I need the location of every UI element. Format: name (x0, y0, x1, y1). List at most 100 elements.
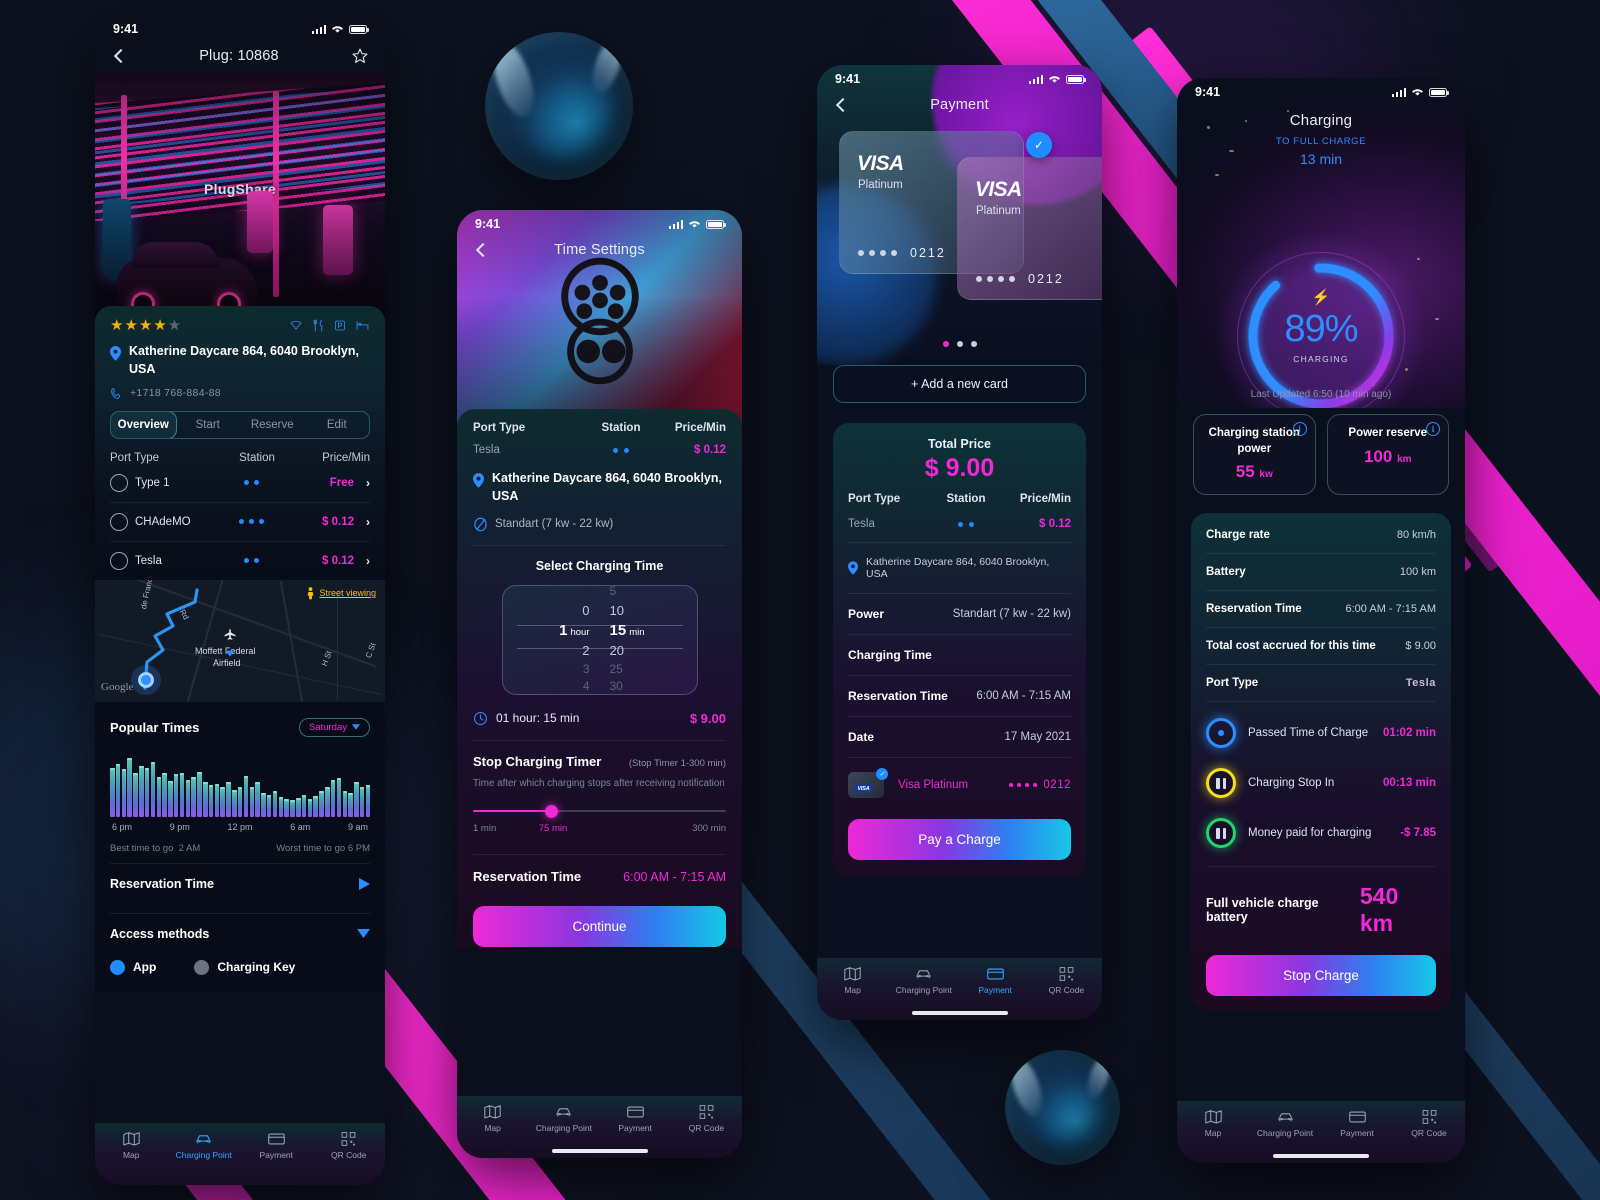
timer-row: Money paid for charging -$ 7.85 (1206, 808, 1436, 858)
tab-qr-code[interactable]: QR Code (1031, 967, 1102, 995)
card-icon (1348, 1111, 1366, 1123)
tab-label: Payment (1340, 1128, 1374, 1138)
status-time: 9:41 (475, 217, 501, 231)
continue-button[interactable]: Continue (473, 905, 726, 947)
col-price: Price/Min (674, 422, 726, 434)
detail-row: Port Type Tesla (1206, 665, 1436, 703)
selected-card-row[interactable]: VISA ✓ Visa Platinum 0212 (848, 758, 1071, 802)
card-pager[interactable] (817, 341, 1102, 347)
chart-bar (127, 758, 132, 817)
access-option-app[interactable]: App (110, 959, 156, 975)
stat-cards: i Charging station power 55 kw i Power r… (1177, 414, 1465, 496)
summary-row: 01 hour: 15 min $ 9.00 (473, 711, 726, 726)
col-station: Station (601, 422, 641, 434)
stop-timer-slider[interactable] (473, 804, 726, 818)
station-info-panel: ★★★★★ Katherine Daycare 864, 6040 Brookl… (95, 306, 385, 580)
picker-option[interactable]: 5 (610, 586, 617, 600)
table-row[interactable]: CHAdeMO $ 0.12 › (110, 503, 370, 542)
card-icon (626, 1106, 644, 1118)
chart-bar (255, 782, 260, 817)
picker-option[interactable]: 20 (610, 642, 624, 659)
tab-start[interactable]: Start (176, 412, 241, 438)
stat-card-station-power[interactable]: i Charging station power 55 kw (1193, 414, 1316, 496)
payment-summary-panel: Total Price $ 9.00 Port Type Station Pri… (833, 423, 1086, 876)
col-station: Station (239, 451, 275, 464)
tab-qr-code[interactable]: QR Code (1393, 1110, 1465, 1138)
reservation-value: 6:00 AM - 7:15 AM (623, 869, 726, 884)
tab-map[interactable]: Map (95, 1132, 168, 1160)
tab-map[interactable]: Map (1177, 1110, 1249, 1138)
timer-row: Passed Time of Charge 01:02 min (1206, 708, 1436, 758)
access-methods-row[interactable]: Access methods (110, 912, 370, 954)
picker-option[interactable]: 25 (610, 662, 623, 678)
add-card-button[interactable]: + Add a new card (833, 365, 1086, 403)
stat-card-power-reserve[interactable]: i Power reserve 100 km (1326, 414, 1449, 496)
phone-row[interactable]: +1718 768-884-88 (110, 387, 370, 400)
tab-charging-point[interactable]: Charging Point (528, 1105, 599, 1133)
popular-times-chart (110, 751, 371, 817)
tab-charging-point[interactable]: Charging Point (1249, 1110, 1321, 1138)
detail-row: Reservation Time 6:00 AM - 7:15 AM (848, 676, 1071, 717)
station-address: Katherine Daycare 864, 6040 Brooklyn, US… (866, 556, 1050, 580)
power-icon (474, 517, 487, 531)
chart-bar (319, 791, 324, 817)
tab-map[interactable]: Map (457, 1105, 528, 1133)
pause-circle-icon[interactable] (1206, 818, 1236, 849)
row-value: 17 May 2021 (1004, 731, 1072, 743)
tab-overview[interactable]: Overview (111, 411, 177, 438)
picker-option[interactable]: 2 (582, 642, 589, 659)
reservation-time-row[interactable]: Reservation Time (110, 862, 370, 904)
tab-qr-code[interactable]: QR Code (313, 1132, 386, 1160)
table-row[interactable]: Tesla $ 0.12 › (110, 542, 370, 580)
slider-labels: 1 min 75 min 300 min (473, 823, 726, 836)
home-indicator (551, 1149, 648, 1153)
lodging-icon (356, 320, 369, 330)
stop-charge-button[interactable]: Stop Charge (1206, 955, 1436, 997)
pause-circle-icon[interactable] (1206, 768, 1236, 799)
route-map[interactable]: Google de France Ave Rd H St C St Moffet… (95, 579, 385, 702)
tab-reserve[interactable]: Reserve (240, 412, 305, 438)
tab-payment[interactable]: Payment (1321, 1110, 1393, 1138)
picker-option[interactable]: 4 (583, 679, 590, 693)
phone-payment: 9:41 Payment VISA Platinum 0212 VISA Pla… (817, 65, 1102, 1020)
chevron-right-icon[interactable]: › (354, 554, 370, 568)
charging-time-picker[interactable]: 0 0 1hour 2 3 4 5 10 15min 20 25 30 (501, 584, 698, 695)
slider-handle[interactable] (545, 804, 559, 818)
tab-map[interactable]: Map (817, 967, 888, 995)
timer-value: 01:02 min (1382, 727, 1436, 740)
tab-edit[interactable]: Edit (305, 412, 370, 438)
card-brand: VISA (975, 178, 1022, 201)
back-button[interactable] (473, 242, 489, 258)
hours-column[interactable]: 0 0 1hour 2 3 4 (503, 586, 600, 694)
day-selector[interactable]: Saturday (298, 717, 370, 737)
tab-charging-point[interactable]: Charging Point (888, 967, 959, 995)
pay-a-charge-button[interactable]: Pay a Charge (848, 819, 1071, 860)
picker-option[interactable]: 30 (610, 679, 623, 693)
chart-bar (272, 791, 278, 817)
picker-option[interactable]: 10 (610, 602, 624, 619)
tab-payment[interactable]: Payment (240, 1132, 313, 1160)
info-icon[interactable]: i (1426, 422, 1440, 436)
back-button[interactable] (833, 97, 849, 113)
picker-option[interactable]: 0 (582, 602, 589, 619)
minutes-column[interactable]: 5 10 15 min 20 25 30 (600, 586, 697, 694)
chevron-right-icon[interactable]: › (354, 515, 370, 529)
info-icon[interactable]: i (1292, 422, 1307, 436)
rating-row: ★★★★★ (110, 316, 370, 334)
street-view-link[interactable]: Street viewing (306, 586, 376, 600)
access-option-charging-key[interactable]: Charging Key (194, 959, 295, 975)
picker-option[interactable]: 3 (583, 662, 590, 678)
chevron-right-icon[interactable]: › (354, 476, 370, 490)
back-button[interactable] (111, 48, 127, 64)
card-selected-check-icon: ✓ (1026, 132, 1052, 158)
phone-charging: 9:41 Charging TO FULL CHARGE 13 min ⚡ 89… (1177, 78, 1465, 1163)
star-outline-icon[interactable] (351, 47, 369, 65)
tab-payment[interactable]: Payment (600, 1105, 671, 1133)
tab-charging-point[interactable]: Charging Point (168, 1132, 241, 1160)
table-row[interactable]: Type 1 Free › (110, 464, 370, 503)
tab-payment[interactable]: Payment (960, 967, 1031, 995)
card-item[interactable]: VISA Platinum 0212 (957, 157, 1102, 300)
chevron-down-icon (357, 929, 370, 938)
tab-qr-code[interactable]: QR Code (671, 1105, 742, 1133)
tab-label: Charging Point (535, 1123, 592, 1133)
